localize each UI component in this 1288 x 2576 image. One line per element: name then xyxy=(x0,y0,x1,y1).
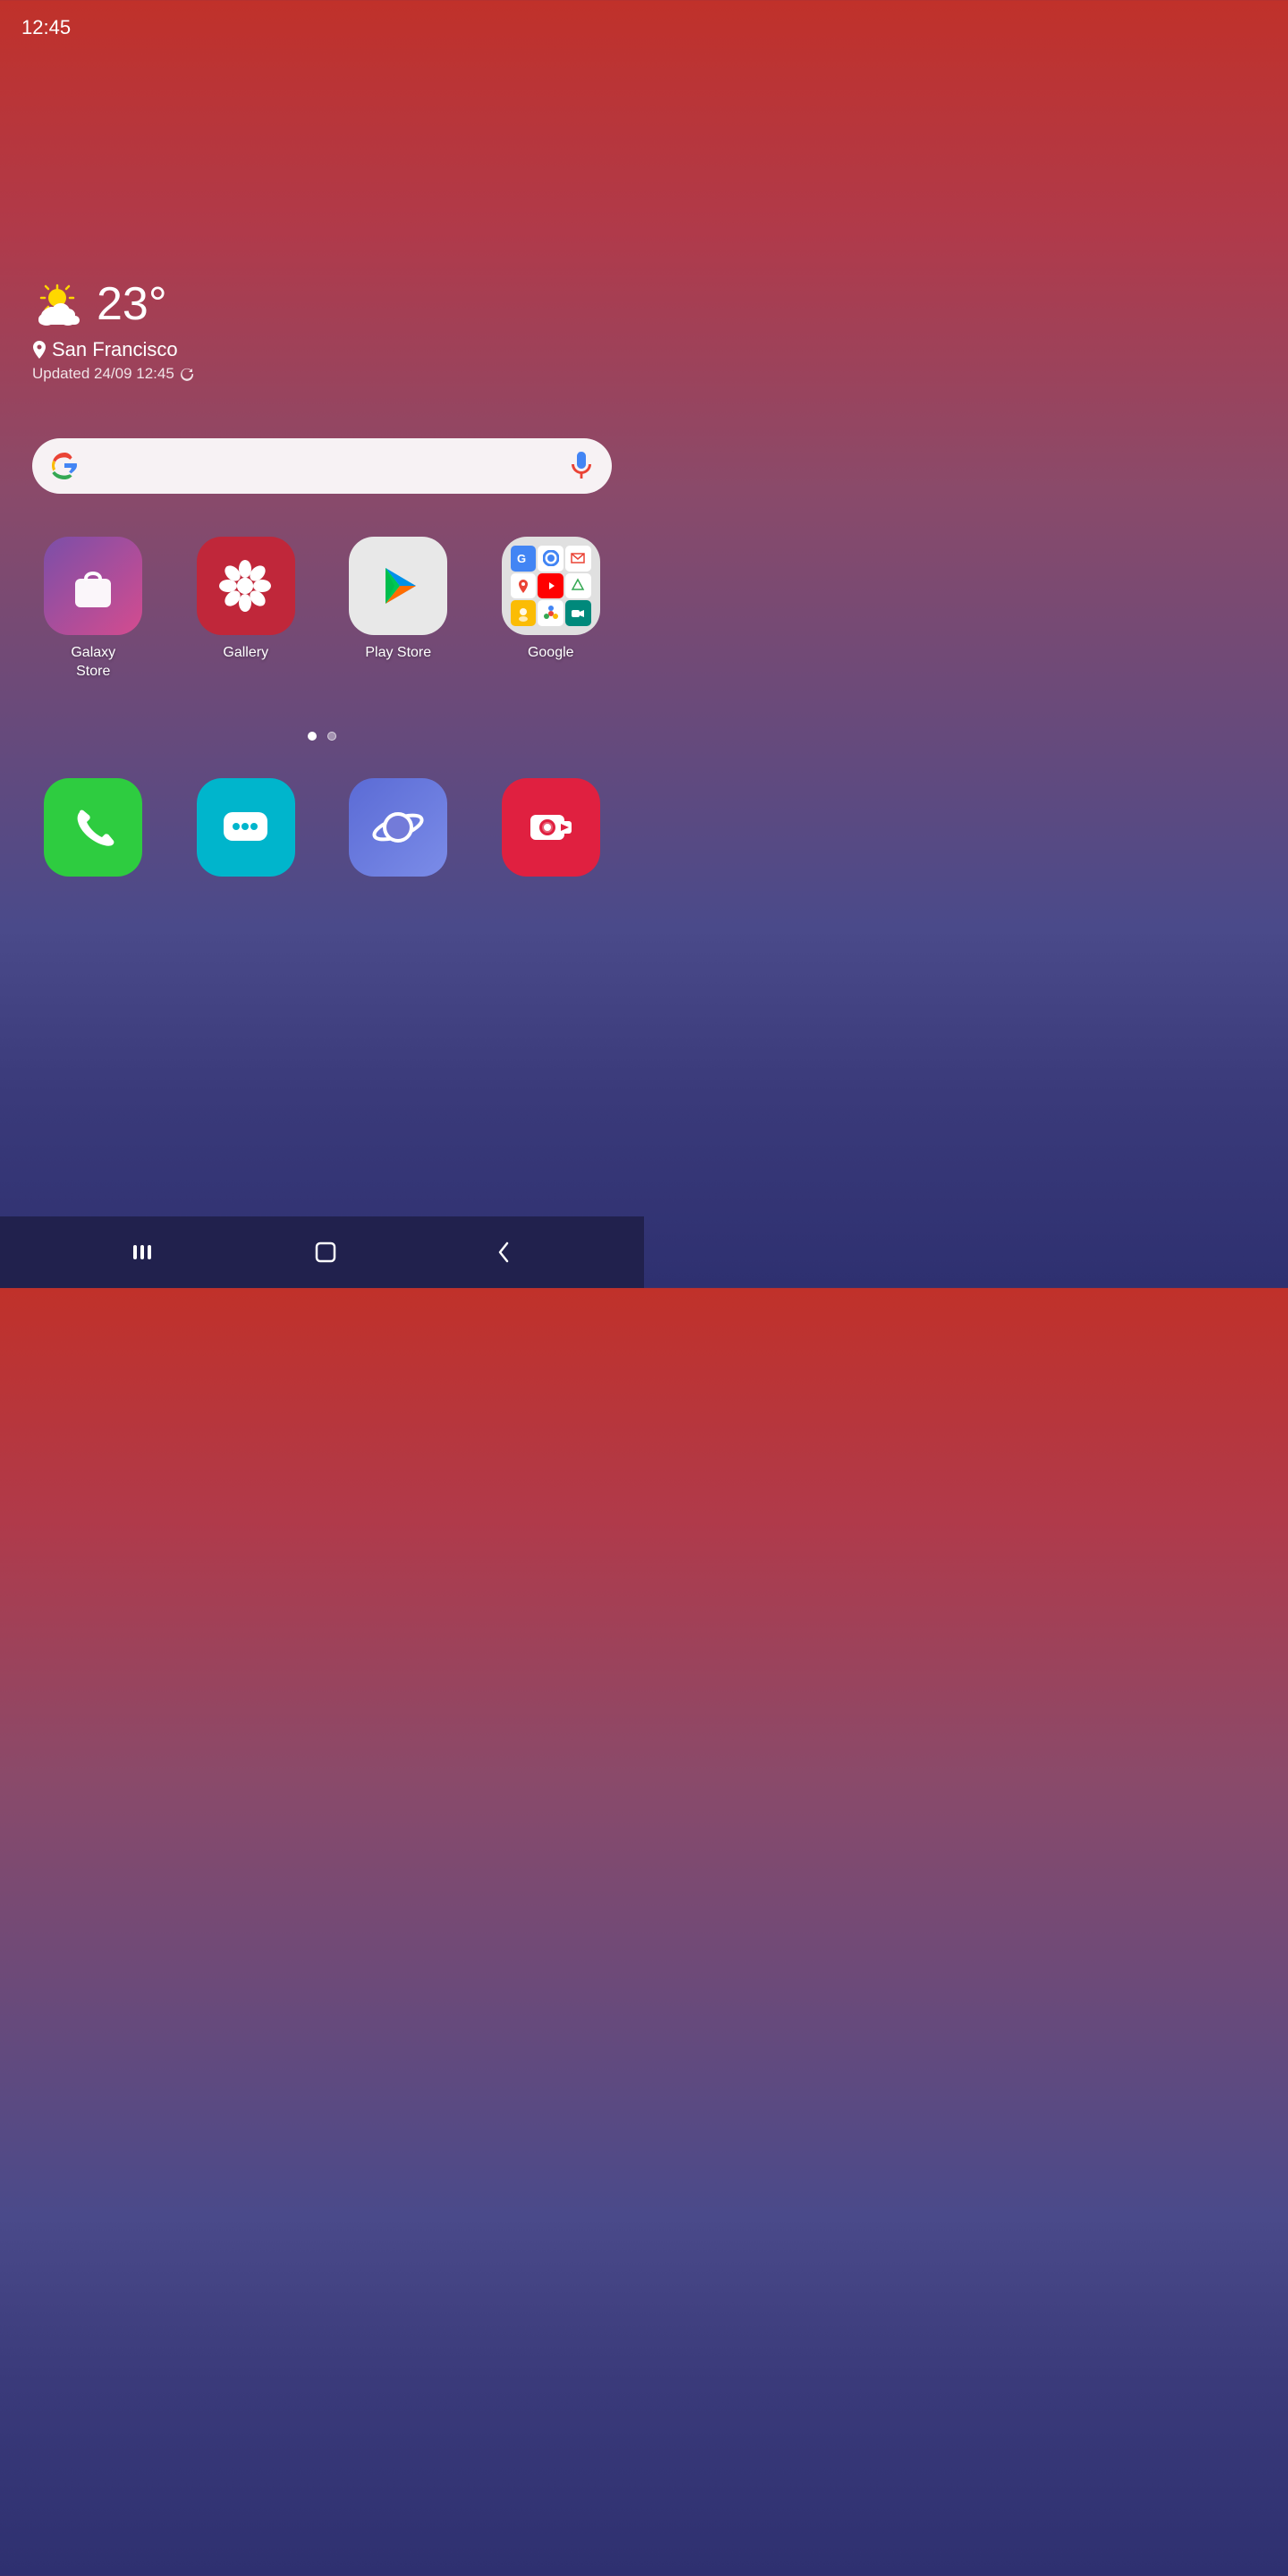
google-search-bar[interactable] xyxy=(32,438,612,494)
samsung-internet-icon xyxy=(349,778,447,877)
gallery-label: Gallery xyxy=(223,644,268,663)
location-pin-icon xyxy=(32,341,47,359)
page-dots xyxy=(308,732,336,741)
back-button[interactable] xyxy=(495,1240,513,1265)
page-dot-1[interactable] xyxy=(308,732,317,741)
weather-updated: Updated 24/09 12:45 xyxy=(32,365,194,383)
app-item-galaxy-store[interactable]: GalaxyStore xyxy=(21,537,165,682)
play-store-label: Play Store xyxy=(365,644,431,663)
app-item-google-folder[interactable]: G xyxy=(479,537,623,682)
weather-icon xyxy=(32,282,86,326)
dock-item-messages[interactable] xyxy=(174,778,318,877)
svg-text:G: G xyxy=(517,552,526,565)
google-logo xyxy=(50,452,79,480)
app-grid: GalaxyStore Gallery xyxy=(0,537,644,682)
dock-item-samsung-internet[interactable] xyxy=(326,778,470,877)
google-folder-label: Google xyxy=(528,644,574,663)
app-item-play-store[interactable]: Play Store xyxy=(326,537,470,682)
dock xyxy=(0,778,644,877)
galaxy-store-label: GalaxyStore xyxy=(71,644,115,682)
google-folder-icon: G xyxy=(502,537,600,635)
microphone-icon[interactable] xyxy=(569,452,594,480)
weather-temperature: 23° xyxy=(97,277,167,331)
navigation-bar xyxy=(0,1216,644,1288)
phone-icon xyxy=(44,778,142,877)
screen-recorder-icon xyxy=(502,778,600,877)
status-bar: 12:45 xyxy=(0,0,644,39)
status-time: 12:45 xyxy=(21,16,71,39)
refresh-icon xyxy=(180,367,194,381)
home-button[interactable] xyxy=(313,1240,338,1265)
dock-item-screen-recorder[interactable] xyxy=(479,778,623,877)
gallery-icon xyxy=(197,537,295,635)
galaxy-store-icon xyxy=(44,537,142,635)
page-dot-2[interactable] xyxy=(327,732,336,741)
weather-widget[interactable]: 23° San Francisco Updated 24/09 12:45 xyxy=(32,277,194,383)
app-item-gallery[interactable]: Gallery xyxy=(174,537,318,682)
recent-apps-button[interactable] xyxy=(131,1241,157,1263)
weather-location: San Francisco xyxy=(32,338,194,361)
dock-item-phone[interactable] xyxy=(21,778,165,877)
play-store-icon xyxy=(349,537,447,635)
messages-icon xyxy=(197,778,295,877)
